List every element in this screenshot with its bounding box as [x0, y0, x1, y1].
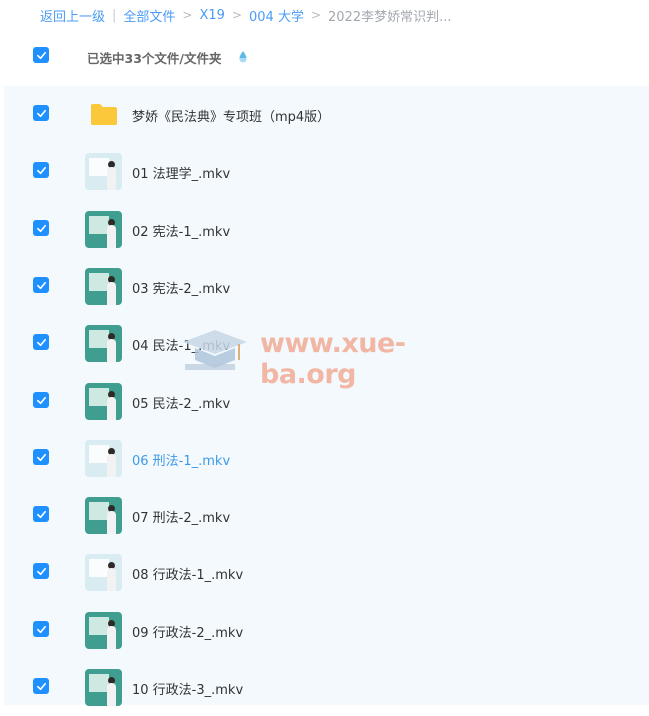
row-checkbox[interactable] — [33, 105, 49, 121]
video-thumbnail — [85, 153, 122, 190]
check-icon — [36, 453, 46, 461]
row-checkbox[interactable] — [33, 563, 49, 579]
video-thumbnail — [85, 612, 122, 649]
row-checkbox[interactable] — [33, 334, 49, 350]
file-name[interactable]: 08 行政法-1_.mkv — [132, 564, 243, 583]
check-icon — [36, 510, 46, 518]
video-thumbnail — [85, 383, 122, 420]
selection-header: 已选中33个文件/文件夹 — [0, 38, 649, 74]
back-link[interactable]: 返回上一级 — [40, 6, 105, 25]
select-all-checkbox[interactable] — [33, 47, 49, 63]
file-name[interactable]: 02 宪法-1_.mkv — [132, 221, 230, 240]
row-checkbox[interactable] — [33, 678, 49, 694]
file-row[interactable]: 10 行政法-3_.mkv — [4, 659, 649, 716]
check-icon — [36, 166, 46, 174]
breadcrumb: 返回上一级 | 全部文件 > X19 > 004 大学 > 2022李梦娇常识判… — [40, 6, 452, 25]
row-checkbox[interactable] — [33, 277, 49, 293]
droplet-icon[interactable] — [238, 50, 248, 63]
file-row[interactable]: 05 民法-2_.mkv — [4, 373, 649, 430]
file-name[interactable]: 01 法理学_.mkv — [132, 163, 230, 182]
row-checkbox[interactable] — [33, 449, 49, 465]
video-thumbnail — [85, 554, 122, 591]
separator-bar: | — [112, 7, 117, 23]
file-row[interactable]: 06 刑法-1_.mkv — [4, 430, 649, 487]
check-icon — [36, 625, 46, 633]
chevron-right-icon: > — [310, 8, 322, 22]
file-name[interactable]: 04 民法-1_.mkv — [132, 335, 230, 354]
file-name[interactable]: 07 刑法-2_.mkv — [132, 507, 230, 526]
file-row[interactable]: 04 民法-1_.mkv — [4, 315, 649, 372]
folder-icon — [90, 103, 118, 126]
check-icon — [36, 281, 46, 289]
file-row[interactable]: 02 宪法-1_.mkv — [4, 201, 649, 258]
breadcrumb-item-all-files[interactable]: 全部文件 — [123, 6, 175, 25]
check-icon — [36, 224, 46, 232]
file-row[interactable]: 03 宪法-2_.mkv — [4, 258, 649, 315]
row-checkbox[interactable] — [33, 392, 49, 408]
video-thumbnail — [85, 268, 122, 305]
file-name[interactable]: 06 刑法-1_.mkv — [132, 450, 230, 469]
file-name[interactable]: 09 行政法-2_.mkv — [132, 622, 243, 641]
chevron-right-icon: > — [231, 8, 242, 22]
row-checkbox[interactable] — [33, 220, 49, 236]
file-name[interactable]: 05 民法-2_.mkv — [132, 393, 230, 412]
file-name[interactable]: 10 行政法-3_.mkv — [132, 679, 243, 698]
check-icon — [36, 682, 46, 690]
file-row[interactable]: 09 行政法-2_.mkv — [4, 602, 649, 659]
video-thumbnail — [85, 211, 122, 248]
check-icon — [36, 51, 46, 59]
file-row[interactable]: 07 刑法-2_.mkv — [4, 487, 649, 544]
video-thumbnail — [85, 325, 122, 362]
file-name[interactable]: 梦娇《民法典》专项班（mp4版） — [132, 106, 330, 125]
check-icon — [36, 338, 46, 346]
check-icon — [36, 567, 46, 575]
breadcrumb-current: 2022李梦娇常识判... — [328, 9, 452, 25]
file-name[interactable]: 03 宪法-2_.mkv — [132, 278, 230, 297]
breadcrumb-item-university[interactable]: 004 大学 — [249, 6, 304, 25]
file-row[interactable]: 01 法理学_.mkv — [4, 143, 649, 200]
check-icon — [36, 396, 46, 404]
row-checkbox[interactable] — [33, 506, 49, 522]
video-thumbnail — [85, 669, 122, 706]
chevron-right-icon: > — [182, 8, 193, 22]
selected-count-text: 已选中33个文件/文件夹 — [87, 51, 222, 66]
folder-row[interactable]: 梦娇《民法典》专项班（mp4版） — [4, 86, 649, 143]
file-row[interactable]: 08 行政法-1_.mkv — [4, 544, 649, 601]
row-checkbox[interactable] — [33, 162, 49, 178]
video-thumbnail — [85, 440, 122, 477]
row-checkbox[interactable] — [33, 621, 49, 637]
breadcrumb-item-x19[interactable]: X19 — [199, 8, 224, 23]
file-list: 梦娇《民法典》专项班（mp4版） 01 法理学_.mkv 02 宪法-1_.mkv 0… — [4, 86, 649, 706]
video-thumbnail — [85, 497, 122, 534]
check-icon — [36, 109, 46, 117]
